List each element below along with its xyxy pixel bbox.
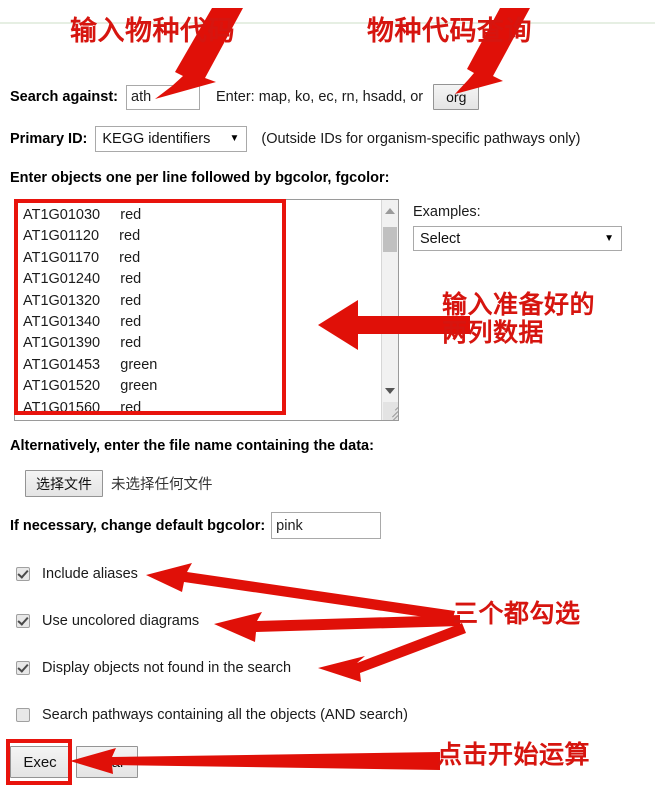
search-against-hint: Enter: map, ko, ec, rn, hsadd, or <box>216 89 424 105</box>
scroll-up-arrow-icon[interactable] <box>382 202 398 219</box>
action-buttons-row: Exec Clear <box>10 746 138 778</box>
checkbox-use-uncolored-diagrams-box[interactable] <box>16 614 30 628</box>
file-label: Alternatively, enter the file name conta… <box>10 438 374 454</box>
checkbox-include-aliases[interactable]: Include aliases <box>16 566 138 582</box>
checkbox-include-aliases-box[interactable] <box>16 567 30 581</box>
bgcolor-row: If necessary, change default bgcolor: <box>10 512 382 539</box>
file-label-row: Alternatively, enter the file name conta… <box>10 438 374 454</box>
primary-id-note: (Outside IDs for organism-specific pathw… <box>261 131 581 147</box>
objects-label-row: Enter objects one per line followed by b… <box>10 170 389 186</box>
textarea-scrollbar[interactable] <box>381 200 398 420</box>
primary-id-value: KEGG identifiers <box>102 131 211 147</box>
bgcolor-label: If necessary, change default bgcolor: <box>10 517 266 534</box>
file-status-text: 未选择任何文件 <box>111 477 213 493</box>
search-against-row: Search against: Enter: map, ko, ec, rn, … <box>10 84 480 110</box>
primary-id-row: Primary ID: KEGG identifiers ▼ (Outside … <box>10 126 581 152</box>
choose-file-button[interactable]: 选择文件 <box>25 470 103 497</box>
checkbox-use-uncolored-diagrams-label: Use uncolored diagrams <box>42 613 200 629</box>
checkbox-include-aliases-label: Include aliases <box>42 566 138 582</box>
primary-id-label: Primary ID: <box>10 131 88 147</box>
examples-value: Select <box>420 230 461 247</box>
examples-select[interactable]: Select ▼ <box>413 226 622 251</box>
annotation-text-two-columns: 输入准备好的 两列数据 <box>442 290 596 347</box>
bgcolor-input[interactable] <box>271 512 382 539</box>
checkbox-and-search-box[interactable] <box>16 708 30 722</box>
objects-label: Enter objects one per line followed by b… <box>10 170 390 186</box>
annotation-text-species-lookup: 物种代码查询 <box>367 16 532 47</box>
search-against-input[interactable] <box>126 84 200 110</box>
scroll-down-arrow-icon[interactable] <box>382 382 398 399</box>
checkbox-display-objects-not-found-label: Display objects not found in the search <box>42 660 292 676</box>
checkbox-display-objects-not-found-box[interactable] <box>16 661 30 675</box>
primary-id-select[interactable]: KEGG identifiers ▼ <box>95 126 248 152</box>
annotation-text-species-code: 输入物种代码 <box>70 16 235 47</box>
exec-button[interactable]: Exec <box>10 746 70 778</box>
checkbox-use-uncolored-diagrams[interactable]: Use uncolored diagrams <box>16 613 199 629</box>
examples-block: Examples: Select ▼ <box>413 204 622 251</box>
checkbox-and-search-label: Search pathways containing all the objec… <box>42 707 408 723</box>
chevron-down-icon: ▼ <box>229 133 240 144</box>
objects-textarea[interactable] <box>15 200 383 420</box>
clear-button[interactable]: Clear <box>76 746 138 778</box>
resize-grip-icon[interactable] <box>383 402 398 420</box>
objects-textarea-container <box>14 199 399 421</box>
org-button[interactable]: org <box>433 84 480 110</box>
chevron-down-icon: ▼ <box>604 232 614 244</box>
scrollbar-thumb[interactable] <box>383 227 397 252</box>
file-picker-row: 选择文件 未选择任何文件 <box>25 470 213 497</box>
checkbox-and-search[interactable]: Search pathways containing all the objec… <box>16 707 408 723</box>
examples-label: Examples: <box>413 204 481 220</box>
annotation-text-check-three: 三个都勾选 <box>453 599 581 628</box>
checkbox-display-objects-not-found[interactable]: Display objects not found in the search <box>16 660 291 676</box>
search-against-label: Search against: <box>10 89 118 105</box>
annotation-text-click-exec: 点击开始运算 <box>437 740 591 769</box>
